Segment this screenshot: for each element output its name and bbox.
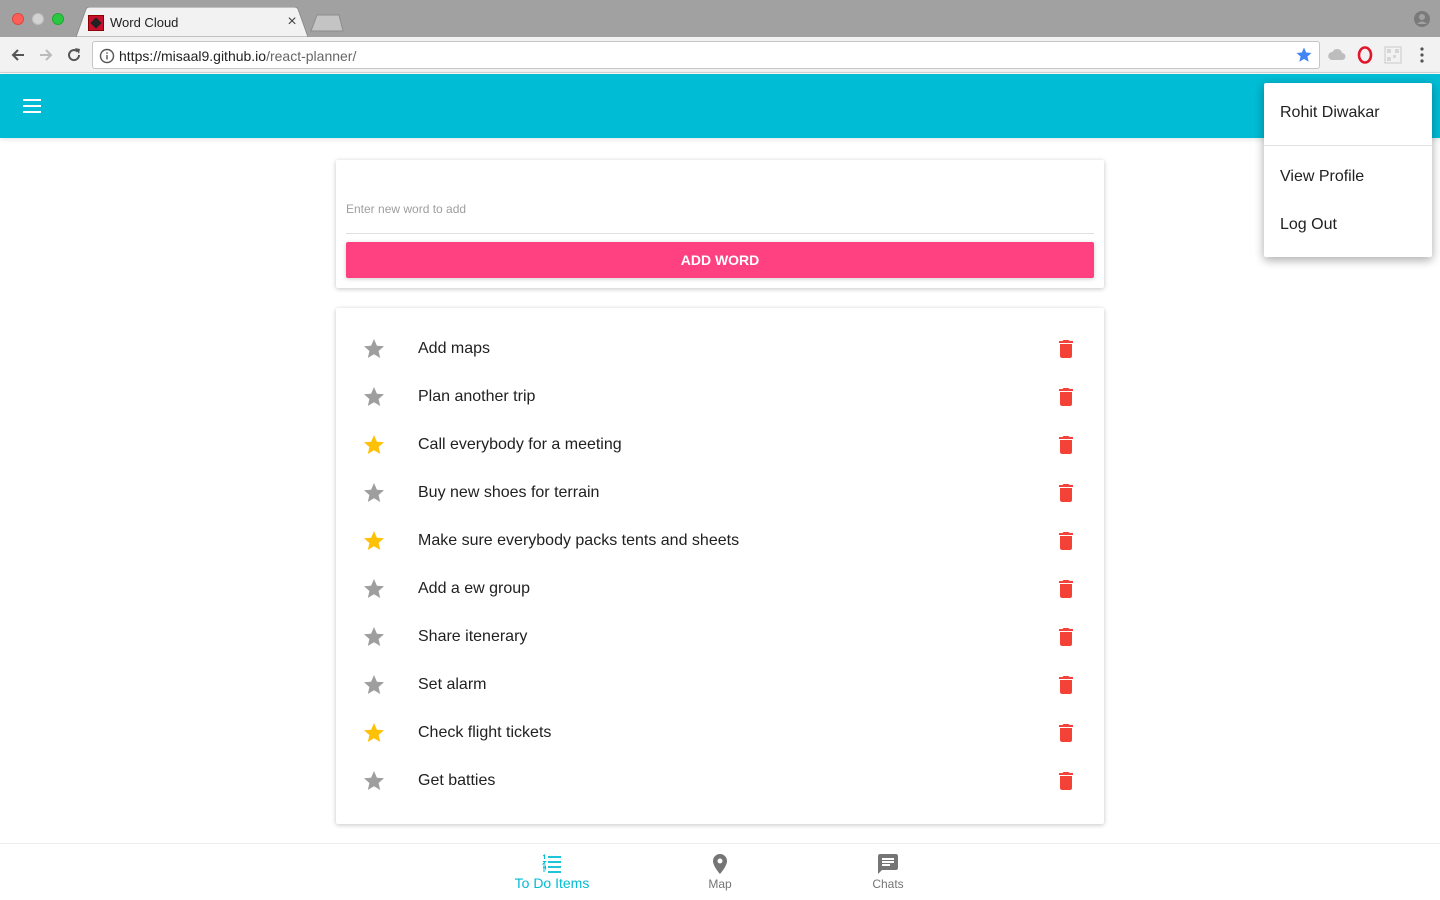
log-out-menu-item[interactable]: Log Out (1264, 201, 1432, 249)
delete-icon[interactable] (1054, 529, 1078, 553)
delete-icon[interactable] (1054, 577, 1078, 601)
star-icon[interactable] (362, 337, 386, 361)
url-host: https://misaal9.github.io (119, 48, 267, 64)
new-word-input[interactable] (346, 184, 1094, 234)
browser-profile-icon[interactable] (1414, 11, 1430, 27)
view-profile-menu-item[interactable]: View Profile (1264, 153, 1432, 201)
todo-item: Check flight tickets (336, 709, 1104, 757)
address-bar[interactable]: https://misaal9.github.io/react-planner/ (92, 41, 1320, 69)
forward-arrow-icon[interactable] (36, 45, 56, 65)
bookmark-star-icon[interactable] (1295, 46, 1313, 64)
tab-title: Word Cloud (110, 15, 179, 30)
star-icon[interactable] (362, 433, 386, 457)
todo-item: Share itenerary (336, 613, 1104, 661)
star-icon[interactable] (362, 721, 386, 745)
nav-chats[interactable]: Chats (804, 844, 972, 900)
todo-text: Check flight tickets (418, 724, 552, 741)
window-close-button[interactable] (12, 13, 24, 25)
todo-text: Buy new shoes for terrain (418, 484, 600, 501)
delete-icon[interactable] (1054, 433, 1078, 457)
todo-item: Add a ew group (336, 565, 1104, 613)
todo-item: Plan another trip (336, 373, 1104, 421)
star-icon[interactable] (362, 385, 386, 409)
todo-text: Add a ew group (418, 580, 531, 597)
todo-item: Set alarm (336, 661, 1104, 709)
add-word-card: ADD WORD (336, 160, 1104, 288)
bottom-navigation: To Do Items Map Chats (0, 843, 1440, 900)
delete-icon[interactable] (1054, 337, 1078, 361)
todo-text: Set alarm (418, 676, 487, 693)
opera-extension-icon[interactable] (1356, 46, 1374, 64)
menu-user-name[interactable]: Rohit Diwakar (1264, 89, 1432, 137)
todo-text: Plan another trip (418, 388, 536, 405)
reload-icon[interactable] (64, 45, 84, 65)
delete-icon[interactable] (1054, 385, 1078, 409)
delete-icon[interactable] (1054, 673, 1078, 697)
browser-tab-active[interactable]: Word Cloud × (76, 7, 308, 37)
todo-item: Buy new shoes for terrain (336, 469, 1104, 517)
cloud-extension-icon[interactable] (1328, 46, 1346, 64)
todo-item: Get batties (336, 757, 1104, 805)
nav-todo-label: To Do Items (514, 875, 590, 891)
star-icon[interactable] (362, 529, 386, 553)
url-text: https://misaal9.github.io/react-planner/ (119, 48, 356, 64)
tab-close-icon[interactable]: × (284, 12, 300, 32)
menu-divider (1264, 145, 1432, 146)
list-icon (541, 854, 561, 873)
window-minimize-button[interactable] (32, 13, 44, 25)
hamburger-menu-icon[interactable] (20, 94, 44, 118)
new-tab-button[interactable] (310, 14, 344, 32)
star-icon[interactable] (362, 625, 386, 649)
delete-icon[interactable] (1054, 481, 1078, 505)
browser-menu-icon[interactable] (1413, 46, 1431, 64)
add-word-button[interactable]: ADD WORD (346, 242, 1094, 278)
browser-toolbar: https://misaal9.github.io/react-planner/ (0, 37, 1440, 73)
star-icon[interactable] (362, 769, 386, 793)
todo-text: Call everybody for a meeting (418, 436, 622, 453)
window-zoom-button[interactable] (52, 13, 64, 25)
todo-list: Add maps Plan another trip Call everybod… (336, 325, 1104, 805)
chat-icon (878, 854, 898, 874)
nav-todo-items[interactable]: To Do Items (468, 844, 636, 900)
nav-chats-label: Chats (872, 877, 904, 891)
todo-text: Share itenerary (418, 628, 528, 645)
star-icon[interactable] (362, 673, 386, 697)
app-bar (0, 74, 1440, 138)
delete-icon[interactable] (1054, 721, 1078, 745)
nav-map-label: Map (708, 877, 732, 891)
user-menu: Rohit Diwakar View Profile Log Out (1264, 83, 1432, 257)
browser-tab-bar: Word Cloud × (0, 0, 1440, 37)
site-info-icon[interactable] (99, 48, 115, 64)
todo-list-card: Add maps Plan another trip Call everybod… (336, 308, 1104, 824)
url-path: /react-planner/ (266, 48, 357, 64)
delete-icon[interactable] (1054, 625, 1078, 649)
delete-icon[interactable] (1054, 769, 1078, 793)
star-icon[interactable] (362, 481, 386, 505)
todo-text: Add maps (418, 340, 491, 357)
map-pin-icon (713, 854, 727, 874)
star-icon[interactable] (362, 577, 386, 601)
todo-item: Make sure everybody packs tents and shee… (336, 517, 1104, 565)
todo-item: Call everybody for a meeting (336, 421, 1104, 469)
todo-item: Add maps (336, 325, 1104, 373)
favicon-icon (88, 15, 104, 31)
todo-text: Make sure everybody packs tents and shee… (418, 532, 740, 549)
back-arrow-icon[interactable] (8, 45, 28, 65)
nav-map[interactable]: Map (636, 844, 804, 900)
todo-text: Get batties (418, 772, 496, 789)
qr-extension-icon[interactable] (1384, 46, 1402, 64)
